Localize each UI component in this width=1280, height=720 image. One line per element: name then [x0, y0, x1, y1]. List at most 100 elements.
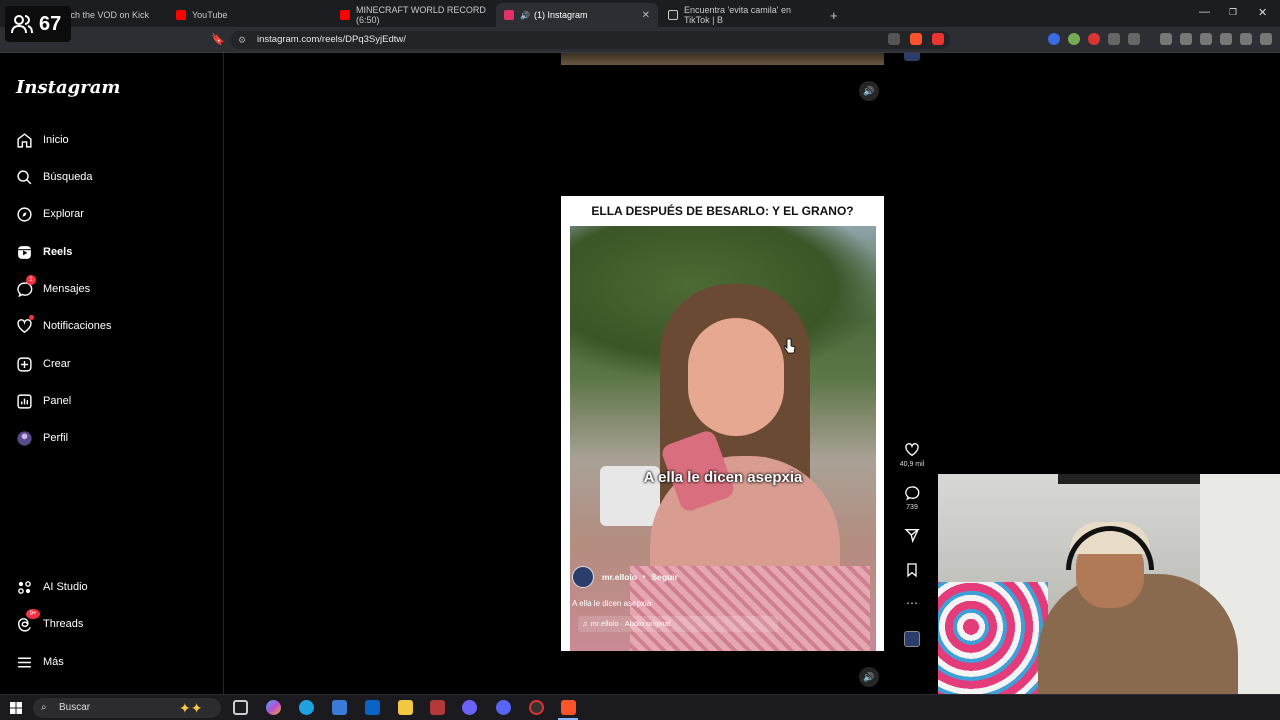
bookmark-icon[interactable]: 🔖: [211, 33, 225, 46]
tab-instagram[interactable]: 🔊 (1) Instagram ✕: [496, 3, 658, 27]
author-avatar[interactable]: [572, 566, 594, 588]
more-options-button[interactable]: ⋯: [898, 596, 926, 610]
sidebar-item-label: Threads: [43, 618, 84, 630]
taskbar-search[interactable]: ⌕ Buscar ✦✦: [33, 698, 221, 718]
sidebar-item-label: Más: [43, 656, 64, 668]
sidebar-item-label: Búsqueda: [43, 171, 93, 183]
heart-icon: [17, 318, 32, 333]
extension-icon[interactable]: [1128, 33, 1140, 45]
close-icon[interactable]: ✕: [642, 10, 650, 21]
close-window-button[interactable]: ✕: [1258, 6, 1267, 19]
sidebar-item-notificaciones[interactable]: Notificaciones: [16, 315, 112, 336]
instagram-logo[interactable]: Instagram: [16, 77, 120, 98]
ellipsis-icon: ⋯: [906, 596, 918, 610]
cast-icon[interactable]: [888, 33, 900, 45]
music-icon[interactable]: [1160, 33, 1172, 45]
sidebar-item-crear[interactable]: Crear: [16, 354, 71, 374]
outlook-icon[interactable]: [365, 700, 380, 715]
mute-button[interactable]: 🔊: [859, 81, 879, 101]
audio-link[interactable]: ♫ mr.ellolo · Audio original: [578, 616, 778, 632]
author-username[interactable]: mr.ellolo: [602, 572, 637, 582]
comment-button[interactable]: 739: [898, 485, 926, 511]
obs-icon[interactable]: [529, 700, 544, 715]
tab-label: tch the VOD on Kick: [68, 10, 150, 20]
youtube-icon: [340, 10, 350, 20]
reel-title-text: ELLA DESPUÉS DE BESARLO: Y EL GRANO?: [591, 204, 854, 218]
save-button[interactable]: [898, 562, 926, 581]
sidebar-item-ai-studio[interactable]: AI Studio: [16, 577, 88, 597]
brave-icon[interactable]: [561, 700, 576, 715]
reel-description[interactable]: A ella le dicen asepxia: [572, 599, 651, 608]
tab-minecraft[interactable]: MINECRAFT WORLD RECORD (6:50): [332, 3, 494, 27]
sidebar-item-threads[interactable]: Threads 9+: [16, 609, 84, 634]
sidebar-item-label: Crear: [43, 358, 71, 370]
audio-thumbnail[interactable]: [904, 631, 920, 647]
mute-button-next[interactable]: 🔊: [859, 667, 879, 687]
brave-shield-icon[interactable]: [910, 33, 922, 45]
tab-tiktok[interactable]: Encuentra 'evita camila' en TikTok | B: [660, 3, 818, 27]
file-explorer-icon[interactable]: [398, 700, 413, 715]
store-icon[interactable]: [332, 700, 347, 715]
patterned-blanket: [938, 582, 1048, 694]
windows-start-icon[interactable]: [10, 702, 22, 714]
tab-label: Encuentra 'evita camila' en TikTok | B: [684, 5, 791, 25]
hand-cursor-icon: [784, 338, 796, 354]
sidebar: Instagram Inicio Búsqueda Explorar Reels…: [0, 53, 224, 694]
previous-reel-audio-thumb[interactable]: [904, 53, 920, 61]
heart-icon: [905, 443, 919, 457]
sidebar-item-mensajes[interactable]: Mensajes 1: [16, 275, 91, 299]
video-frame[interactable]: A ella le dicen asepxia mr.ellolo • Segu…: [570, 226, 876, 651]
viewer-counter: 67: [5, 6, 71, 42]
sidebar-item-label: Inicio: [43, 134, 69, 146]
minimize-button[interactable]: —: [1199, 6, 1210, 18]
discord-icon[interactable]: [496, 700, 511, 715]
reel-video[interactable]: ELLA DESPUÉS DE BESARLO: Y EL GRANO? A e…: [561, 196, 884, 651]
dashboard-icon: [17, 393, 32, 409]
unread-badge: 1: [26, 275, 36, 285]
edge-icon[interactable]: [299, 700, 314, 715]
copilot-icon[interactable]: [266, 700, 281, 715]
sidebar-item-reels[interactable]: Reels: [16, 242, 72, 262]
avatar-icon: [17, 430, 32, 446]
tab-label: MINECRAFT WORLD RECORD (6:50): [356, 5, 486, 25]
restore-button[interactable]: ❐: [1229, 7, 1237, 18]
extension-icon[interactable]: [1048, 33, 1060, 45]
instagram-icon: [504, 10, 514, 20]
extension-icon[interactable]: [1088, 33, 1100, 45]
like-button[interactable]: 40,9 mil: [898, 442, 926, 468]
sidebar-item-panel[interactable]: Panel: [16, 391, 71, 411]
url-field[interactable]: ⚙ instagram.com/reels/DPq3SyjEdtw/: [230, 31, 950, 49]
new-tab-button[interactable]: +: [822, 3, 842, 27]
follow-button[interactable]: Seguir: [651, 572, 677, 582]
sidebar-item-perfil[interactable]: Perfil: [16, 428, 68, 448]
sidebar-item-inicio[interactable]: Inicio: [16, 130, 69, 150]
separator-dot: •: [642, 573, 646, 581]
tab-youtube[interactable]: YouTube: [168, 3, 330, 27]
webcam-overlay: [938, 474, 1280, 694]
previous-reel-edge[interactable]: [561, 53, 884, 65]
leo-ai-icon[interactable]: [1220, 33, 1232, 45]
vpn-icon[interactable]: [1240, 33, 1252, 45]
share-button[interactable]: [898, 527, 926, 546]
brave-rewards-icon[interactable]: [932, 33, 944, 45]
tab-kick[interactable]: tch the VOD on Kick: [60, 3, 165, 27]
wallet-icon[interactable]: [1200, 33, 1212, 45]
windows-taskbar: ⌕ Buscar ✦✦: [0, 694, 1280, 720]
sidebar-item-mas[interactable]: Más: [16, 652, 64, 672]
sidebar-icon[interactable]: [1180, 33, 1192, 45]
url-text: instagram.com/reels/DPq3SyjEdtw/: [257, 34, 406, 45]
send-icon: [904, 529, 920, 543]
speaker-icon: 🔊: [863, 86, 875, 96]
sidebar-item-label: Notificaciones: [43, 320, 112, 332]
menu-icon[interactable]: [1260, 33, 1272, 45]
puzzle-icon[interactable]: [1108, 33, 1120, 45]
sidebar-item-explorar[interactable]: Explorar: [16, 204, 84, 224]
extension-icon[interactable]: [1068, 33, 1080, 45]
task-view-icon[interactable]: [233, 700, 248, 715]
reels-icon: [18, 245, 31, 259]
site-settings-icon[interactable]: ⚙: [238, 31, 246, 49]
sidebar-item-busqueda[interactable]: Búsqueda: [16, 167, 93, 187]
sidebar-item-label: Mensajes: [43, 283, 91, 295]
teams-icon[interactable]: [462, 700, 477, 715]
valorant-icon[interactable]: [430, 700, 445, 715]
